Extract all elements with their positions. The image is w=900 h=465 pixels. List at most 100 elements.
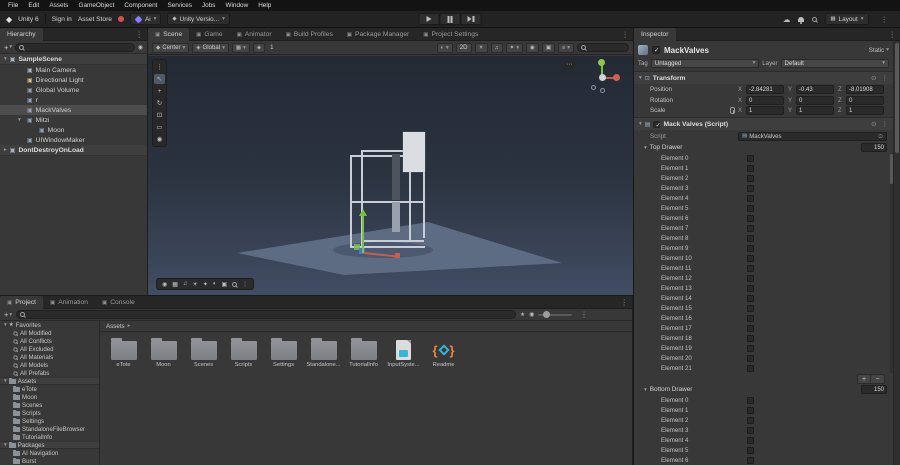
center-tab[interactable]: ▣ Animator [230, 28, 279, 41]
scale-x-field[interactable]: 1 [746, 106, 784, 115]
center-tab[interactable]: ▣ Build Profiles [279, 28, 340, 41]
hierarchy-item[interactable]: ▾ ▣ Moon [0, 125, 147, 135]
hierarchy-item[interactable]: ▾ ▣ MackValves [0, 105, 147, 115]
position-z-field[interactable]: -8.01908 [846, 85, 884, 94]
foldout-caret-icon[interactable]: ▾ [644, 145, 647, 151]
foldout-caret-icon[interactable]: ▾ [639, 121, 642, 127]
kebab-menu-icon[interactable]: ⋮ [885, 30, 900, 39]
scale-z-field[interactable]: 1 [846, 106, 884, 115]
effects-dropdown[interactable]: ✦ ▾ [505, 42, 523, 53]
ai-dropdown[interactable]: Ai ▾ [129, 13, 162, 25]
kebab-menu-icon[interactable]: ⋮ [132, 30, 148, 39]
gizmos-dropdown[interactable]: ≡ ▾ [558, 42, 574, 53]
kebab-menu-icon[interactable]: ⋮ [882, 120, 889, 128]
element-checkbox[interactable] [747, 234, 754, 242]
asset-grid-item[interactable]: {} Scripts [225, 338, 262, 368]
layer-dropdown[interactable]: Default ▾ [780, 58, 890, 68]
asset-store-button[interactable]: Asset Store [78, 16, 112, 23]
menu-item[interactable]: Jobs [197, 2, 221, 9]
center-tab[interactable]: ▣ Package Manager [340, 28, 416, 41]
foldout-caret-icon[interactable]: ▾ [4, 378, 7, 384]
element-checkbox[interactable] [747, 456, 754, 464]
kebab-menu-icon[interactable]: ⋮ [882, 74, 889, 82]
hierarchy-search-input[interactable] [15, 42, 135, 52]
project-tab[interactable]: ▣ Project [0, 296, 44, 309]
scale-tool-button[interactable]: ⊡ [154, 110, 165, 120]
element-checkbox[interactable] [747, 364, 754, 372]
favorite-item[interactable]: All Models [0, 361, 99, 369]
x-axis-handle[interactable] [613, 74, 620, 81]
transform-header[interactable]: ▾ ⊡ Transform ⊙ ⋮ [634, 72, 893, 84]
negative-axis-handle[interactable] [600, 88, 605, 93]
element-row[interactable]: Element 11 [634, 263, 893, 273]
asset-grid-item[interactable]: {} TutorialInfo [345, 338, 382, 368]
rotate-tool-button[interactable]: ↻ [154, 98, 165, 108]
project-tree-folder[interactable]: Scripts [0, 409, 99, 417]
element-checkbox[interactable] [747, 334, 754, 342]
favorites-icon[interactable]: ★ [520, 312, 525, 318]
2d-toggle-button[interactable]: 2D [455, 42, 472, 53]
menu-item[interactable]: Assets [44, 2, 73, 9]
element-row[interactable]: Element 3 [634, 183, 893, 193]
rotation-x-field[interactable]: 0 [746, 96, 784, 105]
package-item[interactable]: AI Navigation [0, 449, 99, 457]
element-checkbox[interactable] [747, 174, 754, 182]
element-checkbox[interactable] [747, 254, 754, 262]
element-checkbox[interactable] [747, 214, 754, 222]
element-row[interactable]: Element 7 [634, 223, 893, 233]
element-row[interactable]: Element 0 [634, 153, 893, 163]
gizmo-x-handle[interactable] [395, 253, 400, 258]
step-button[interactable] [460, 13, 482, 25]
audio-toggle-button[interactable]: ♫ [490, 42, 503, 53]
element-row[interactable]: Element 10 [634, 253, 893, 263]
record-icon[interactable] [117, 16, 124, 22]
cloud-icon[interactable]: ☁ [783, 15, 791, 24]
grid-icon[interactable]: ▦ [172, 281, 178, 288]
kebab-menu-icon[interactable]: ⋮ [877, 15, 893, 24]
tag-dropdown[interactable]: Untagged ▾ [650, 58, 760, 68]
kebab-menu-ic[interactable]: ⋮ [242, 281, 248, 288]
scene-viewport[interactable]: ⋮ ↖ + ↻ ⊡ ▭ ◉ ⋯ ◉ ▦ ♫ ☀ ✦ ◐ ▣ ⋮ [148, 56, 633, 295]
favorite-item[interactable]: All Prefabs [0, 369, 99, 377]
overlay-more-button[interactable]: ⋯ [563, 60, 576, 69]
search-icon[interactable] [812, 16, 818, 22]
scale-y-field[interactable]: 1 [796, 106, 834, 115]
scrollbar-thumb[interactable] [890, 154, 893, 184]
element-row[interactable]: Element 6 [634, 213, 893, 223]
scene-header-row[interactable]: ▾ ▣ SampleScene [0, 54, 147, 65]
asset-grid-item[interactable]: {} Scenes [185, 338, 222, 368]
snap-toggle-button[interactable]: ◈ [252, 42, 266, 53]
presets-icon[interactable]: ⊙ [871, 74, 876, 82]
asset-grid-item[interactable]: {} Standalone... [305, 338, 342, 368]
project-tree-folder[interactable]: StandaloneFileBrowser [0, 425, 99, 433]
lighting-toggle-button[interactable]: ☀ [474, 42, 488, 53]
foldout-caret-icon[interactable]: ▾ [4, 442, 7, 448]
element-checkbox[interactable] [747, 184, 754, 192]
project-tree-folder[interactable]: eTote [0, 385, 99, 393]
kebab-menu-icon[interactable]: ⋮ [576, 310, 592, 319]
element-checkbox[interactable] [747, 194, 754, 202]
add-gameobject-button[interactable]: + ▾ [4, 43, 12, 52]
project-tab[interactable]: ▣ Animation [43, 296, 95, 309]
foldout-caret-icon[interactable]: ▾ [644, 387, 647, 393]
element-row[interactable]: Element 2 [634, 173, 893, 183]
menu-item[interactable]: GameObject [74, 2, 120, 9]
project-tree-folder[interactable]: Scenes [0, 401, 99, 409]
element-checkbox[interactable] [747, 426, 754, 434]
project-tab[interactable]: ▣ Console [95, 296, 142, 309]
element-row[interactable]: Element 4 [634, 435, 893, 445]
asset-grid-item[interactable]: {} Readme [425, 338, 462, 369]
center-tab[interactable]: ▣ Scene [148, 28, 190, 41]
link-scale-icon[interactable] [730, 107, 735, 114]
menu-item[interactable]: Services [162, 2, 197, 9]
script-component-header[interactable]: ▾ ▤ Mack Valves (Script) ⊙ ⋮ [634, 118, 893, 130]
static-dropdown[interactable]: Static ▾ [869, 47, 889, 54]
scene-object-rack[interactable] [348, 130, 434, 256]
script-object-field[interactable]: ▤ MackValves ⊙ [738, 131, 887, 141]
element-row[interactable]: Element 18 [634, 333, 893, 343]
element-checkbox[interactable] [747, 294, 754, 302]
presets-icon[interactable]: ⊙ [871, 120, 876, 128]
list-scrollbar[interactable] [890, 153, 893, 373]
dontdestroy-header-row[interactable]: ▸ ▣ DontDestroyOnLoad [0, 145, 147, 156]
list-size-field[interactable]: 150 [861, 385, 887, 394]
